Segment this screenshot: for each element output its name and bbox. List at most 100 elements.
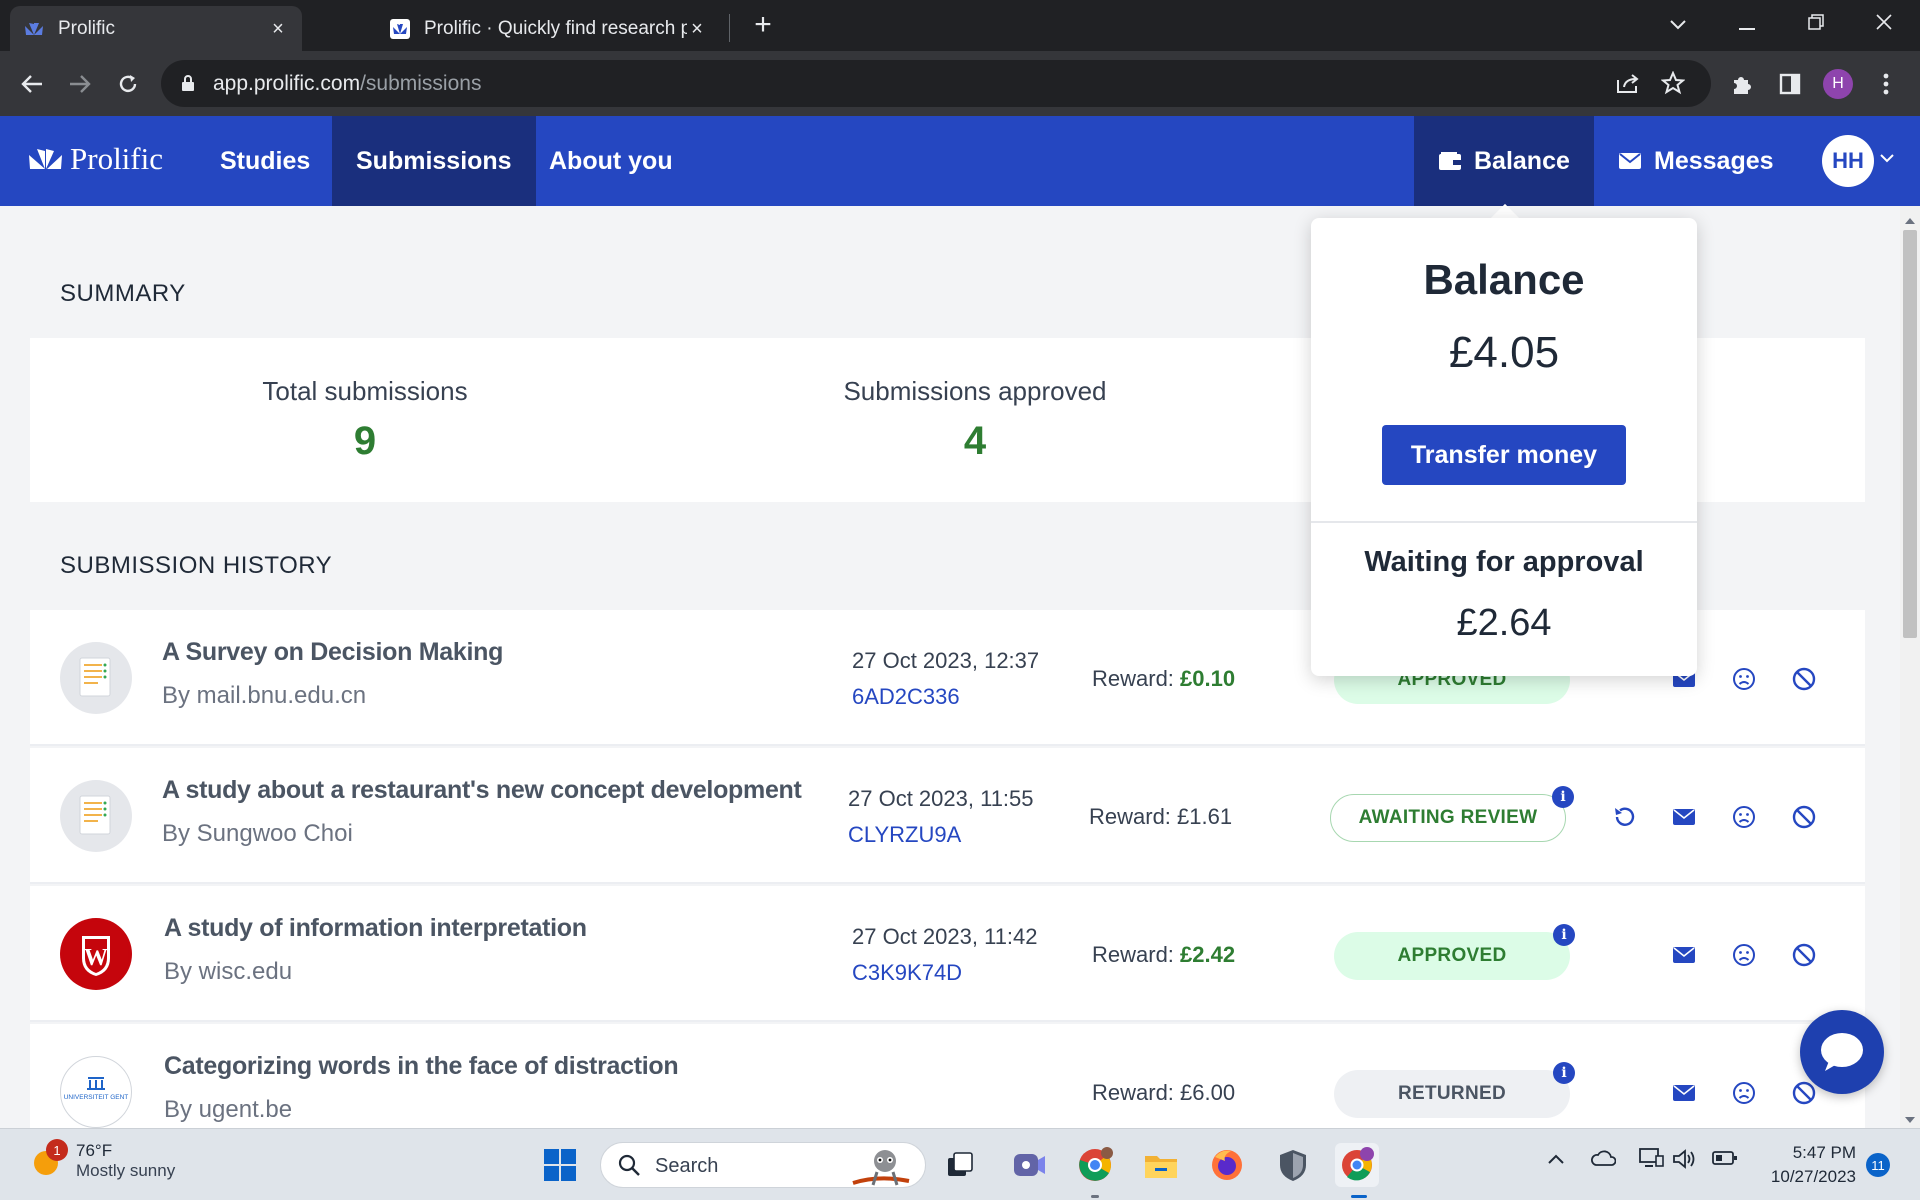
minimize-icon[interactable] — [1727, 8, 1767, 38]
bookmark-star-icon[interactable] — [1660, 70, 1686, 100]
weather-badge: 1 — [46, 1139, 68, 1161]
status-badge: APPROVED — [1334, 932, 1570, 980]
transfer-money-button[interactable]: Transfer money — [1382, 425, 1626, 485]
tab-search-chevron-icon[interactable] — [1658, 8, 1698, 38]
browser-toolbar: app.prolific.com/submissions H — [0, 51, 1920, 116]
status-badge: AWAITING REVIEW — [1330, 794, 1566, 842]
svg-text:W: W — [84, 945, 108, 971]
svg-text:UNIVERSITEIT GENT: UNIVERSITEIT GENT — [64, 1094, 129, 1101]
browser-menu-icon[interactable] — [1868, 66, 1904, 102]
browser-tab-bar: Prolific × Prolific · Quickly find resea… — [0, 0, 1920, 51]
balance-popover: Balance £4.05 Transfer money Waiting for… — [1311, 218, 1697, 676]
info-icon[interactable]: i — [1553, 924, 1575, 946]
nav-balance[interactable]: Balance — [1414, 116, 1594, 206]
approved-submissions-stat: Submissions approved 4 — [843, 376, 1107, 463]
info-icon[interactable]: i — [1553, 1062, 1575, 1084]
sad-face-icon[interactable] — [1729, 664, 1759, 694]
onedrive-icon[interactable] — [1590, 1149, 1617, 1172]
waiting-amount: £2.64 — [1456, 602, 1552, 644]
windows-start-icon[interactable] — [538, 1143, 582, 1187]
reload-icon[interactable] — [110, 66, 146, 102]
submission-history-title: SUBMISSION HISTORY — [60, 552, 333, 579]
balance-amount: £4.05 — [1448, 328, 1560, 377]
submission-id-link[interactable]: 6AD2C336 — [852, 684, 960, 710]
reward-text: Reward: £2.42 — [1092, 942, 1236, 967]
address-bar[interactable]: app.prolific.com/submissions — [161, 60, 1711, 107]
system-clock[interactable]: 5:47 PM 10/27/2023 — [1720, 1141, 1856, 1189]
submission-row[interactable]: W A study of information interpretation … — [30, 886, 1865, 1022]
running-app-indicator — [1091, 1195, 1099, 1198]
active-app-indicator — [1351, 1195, 1367, 1198]
total-submissions-stat: Total submissions 9 — [262, 376, 468, 463]
message-icon[interactable] — [1669, 802, 1699, 832]
sad-face-icon[interactable] — [1729, 802, 1759, 832]
tab-prolific[interactable]: Prolific × — [10, 6, 302, 51]
close-tab-icon[interactable]: × — [268, 19, 288, 39]
weather-sun-icon: 1 — [28, 1139, 68, 1179]
block-icon[interactable] — [1789, 940, 1819, 970]
document-icon — [60, 780, 132, 852]
restore-icon[interactable] — [1796, 8, 1836, 38]
share-icon[interactable] — [1616, 72, 1640, 99]
nav-messages[interactable]: Messages — [1594, 116, 1798, 206]
search-icon — [617, 1153, 641, 1182]
notification-badge[interactable]: 11 — [1866, 1153, 1890, 1177]
task-view-icon[interactable] — [938, 1143, 982, 1187]
app-navbar: Prolific Studies Submissions About you B… — [0, 116, 1920, 206]
forward-icon[interactable] — [62, 66, 98, 102]
prolific-logo[interactable]: Prolific — [28, 141, 163, 177]
teams-icon[interactable] — [1007, 1143, 1051, 1187]
shield-icon[interactable] — [1271, 1143, 1315, 1187]
nav-submissions[interactable]: Submissions — [332, 116, 536, 206]
scrollbar-thumb[interactable] — [1903, 230, 1917, 638]
network-icon[interactable] — [1638, 1147, 1664, 1176]
taskbar-search[interactable]: Search — [600, 1142, 926, 1188]
tab-prolific-research[interactable]: Prolific · Quickly find research pa × — [376, 6, 721, 51]
new-tab-icon[interactable]: + — [748, 10, 778, 40]
reward-text: Reward: £1.61 — [1089, 804, 1233, 829]
windows-taskbar: 1 76°F Mostly sunny Search 5:47 PM 10/27… — [0, 1128, 1920, 1200]
close-window-icon[interactable] — [1864, 8, 1904, 38]
block-icon[interactable] — [1789, 802, 1819, 832]
submission-id-link[interactable]: CLYRZU9A — [848, 822, 961, 848]
submission-id-link[interactable]: C3K9K74D — [852, 960, 962, 986]
weather-widget[interactable]: 1 76°F Mostly sunny — [28, 1139, 175, 1181]
reward-text: Reward: £0.10 — [1092, 666, 1236, 691]
undo-icon[interactable] — [1609, 802, 1639, 832]
search-highlight-icon — [849, 1145, 913, 1192]
user-avatar[interactable]: HH — [1822, 135, 1874, 187]
nav-about-you[interactable]: About you — [525, 116, 697, 206]
envelope-icon — [1619, 153, 1641, 169]
chrome-profile-icon[interactable] — [1335, 1143, 1379, 1187]
chat-button[interactable] — [1800, 1010, 1884, 1094]
scroll-down-icon[interactable] — [1904, 1111, 1916, 1129]
back-icon[interactable] — [14, 66, 50, 102]
chrome-icon[interactable] — [1073, 1143, 1117, 1187]
tray-chevron-up-icon[interactable] — [1548, 1151, 1564, 1169]
sad-face-icon[interactable] — [1729, 1078, 1759, 1108]
side-panel-icon[interactable] — [1772, 66, 1808, 102]
sad-face-icon[interactable] — [1729, 940, 1759, 970]
volume-icon[interactable] — [1672, 1147, 1698, 1176]
submission-row[interactable]: UNIVERSITEIT GENT Categorizing words in … — [30, 1024, 1865, 1128]
wisc-logo: W — [60, 918, 132, 990]
chat-icon — [1821, 1033, 1863, 1071]
block-icon[interactable] — [1789, 664, 1819, 694]
message-icon[interactable] — [1669, 1078, 1699, 1108]
profile-button[interactable]: H — [1820, 66, 1856, 102]
prolific-favicon-icon — [390, 18, 410, 39]
firefox-icon[interactable] — [1205, 1143, 1249, 1187]
reward-text: Reward: £6.00 — [1092, 1080, 1236, 1105]
file-explorer-icon[interactable] — [1139, 1143, 1183, 1187]
close-tab-icon[interactable]: × — [687, 19, 707, 39]
submission-row[interactable]: A study about a restaurant's new concept… — [30, 748, 1865, 884]
message-icon[interactable] — [1669, 940, 1699, 970]
extensions-icon[interactable] — [1724, 66, 1760, 102]
scroll-up-icon[interactable] — [1904, 212, 1916, 230]
info-icon[interactable]: i — [1552, 786, 1574, 808]
chevron-down-icon[interactable] — [1880, 150, 1894, 168]
lock-icon[interactable] — [181, 74, 195, 97]
divider — [1311, 521, 1697, 523]
summary-title: SUMMARY — [60, 280, 186, 307]
nav-studies[interactable]: Studies — [196, 116, 334, 206]
